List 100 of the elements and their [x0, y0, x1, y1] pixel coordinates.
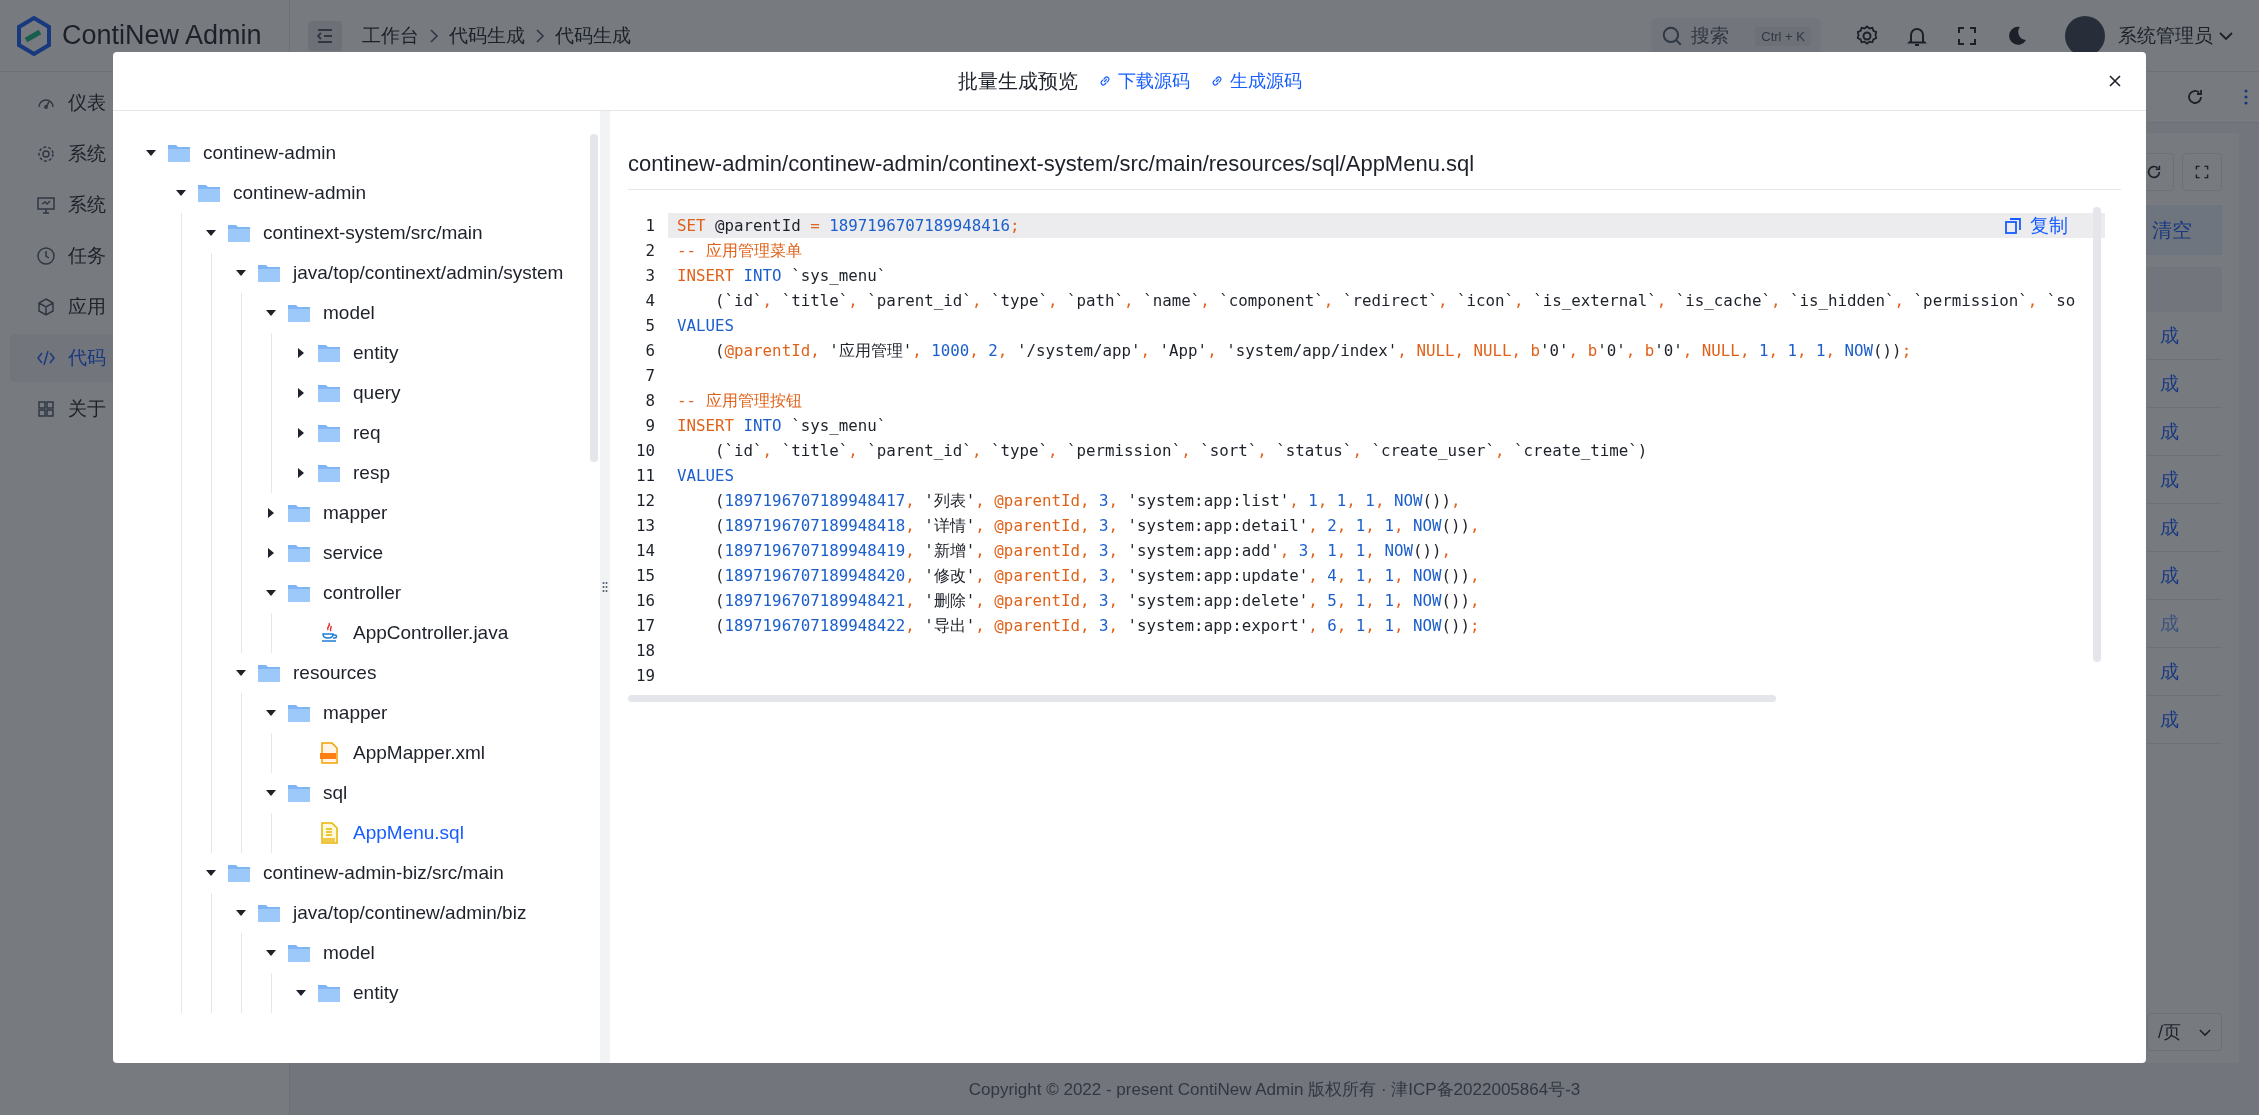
caret-down-icon[interactable]	[266, 788, 276, 798]
folder-icon	[227, 863, 251, 883]
line-number: 6	[644, 341, 655, 360]
caret-down-icon[interactable]	[266, 948, 276, 958]
close-icon[interactable]	[2108, 74, 2122, 88]
line-number: 14	[634, 541, 655, 560]
xml-file-icon	[317, 741, 341, 765]
sidebar-label[interactable]: 系统	[68, 192, 106, 218]
copy-button[interactable]: 复制	[2002, 211, 2070, 241]
caret-down-icon[interactable]	[236, 668, 246, 678]
caret-right-icon[interactable]	[296, 388, 306, 398]
caret-right-icon[interactable]	[296, 428, 306, 438]
code-line: (1897196707189948421, '删除', @parentId, 3, 'system:app:delete', 5, 1, 1, NOW()),	[714, 590, 1481, 612]
caret-down-icon[interactable]	[176, 188, 186, 198]
sidebar-label[interactable]: 仪表	[68, 90, 106, 116]
folder-name[interactable]: controller	[323, 582, 402, 604]
folder-name[interactable]: req	[353, 422, 381, 444]
folder-name[interactable]: java/top/continext/admin/system	[293, 262, 564, 284]
file-name[interactable]: AppMenu.sql	[353, 822, 464, 844]
breadcrumb-item[interactable]: 代码生成	[555, 22, 631, 49]
file-path: continew-admin/continew-admin/continext-system/src/main/resources/sql/AppMenu.sql	[628, 151, 1475, 177]
scrollbar-thumb[interactable]	[2093, 207, 2101, 662]
copy-icon[interactable]	[2004, 217, 2022, 235]
folder-icon	[227, 223, 251, 243]
caret-down-icon[interactable]	[146, 148, 156, 158]
splitter-handle[interactable]	[600, 111, 610, 1063]
line-number: 5	[644, 316, 655, 335]
link[interactable]: 生成源码	[1209, 69, 1302, 93]
folder-icon	[257, 663, 281, 683]
folder-icon	[317, 983, 341, 1003]
menu-toggle-button[interactable]	[308, 20, 342, 51]
line-number: 12	[634, 491, 655, 510]
folder-name[interactable]: continext-system/src/main	[263, 222, 483, 244]
folder-name[interactable]: resources	[293, 662, 377, 684]
folder-name[interactable]: mapper	[323, 502, 388, 524]
folder-icon	[167, 143, 191, 163]
sidebar-label[interactable]: 系统	[68, 141, 106, 167]
grid-icon[interactable]	[36, 399, 56, 419]
caret-down-icon[interactable]	[206, 228, 216, 238]
grip-icon[interactable]	[602, 581, 608, 593]
folder-icon	[257, 263, 281, 283]
folder-name[interactable]: model	[323, 942, 375, 964]
chevron-down-icon[interactable]	[2219, 30, 2233, 41]
scrollbar-thumb[interactable]	[628, 695, 1776, 702]
folder-name[interactable]: continew-admin-biz/src/main	[263, 862, 504, 884]
sidebar-label[interactable]: 应用	[68, 294, 106, 320]
folder-name[interactable]: resp	[353, 462, 390, 484]
caret-down-icon[interactable]	[236, 908, 246, 918]
scrollbar-thumb[interactable]	[590, 134, 598, 462]
link-icon[interactable]	[1097, 74, 1112, 88]
folder-name[interactable]: continew-admin	[233, 182, 367, 204]
folder-name[interactable]: sql	[323, 782, 348, 804]
file-name[interactable]: AppMapper.xml	[353, 742, 485, 764]
file-name[interactable]: AppController.java	[353, 622, 509, 644]
caret-right-icon[interactable]	[296, 468, 306, 478]
folder-name[interactable]: service	[323, 542, 384, 564]
cube-icon[interactable]	[36, 297, 56, 317]
code-line: INSERT INTO `sys_menu`	[676, 265, 888, 287]
breadcrumb-item[interactable]: 代码生成	[449, 22, 525, 49]
refresh-icon[interactable]	[2145, 163, 2163, 181]
user-name[interactable]: 系统管理员	[2118, 22, 2213, 49]
link[interactable]: 下载源码	[1097, 69, 1190, 93]
folder-icon	[287, 943, 311, 963]
folder-icon	[197, 183, 221, 203]
link-icon[interactable]	[1209, 74, 1224, 88]
caret-right-icon[interactable]	[266, 548, 276, 558]
folder-icon	[317, 463, 341, 483]
folder-name[interactable]: mapper	[323, 702, 388, 724]
monitor-icon[interactable]	[36, 195, 56, 215]
line-number: 3	[644, 266, 655, 285]
caret-right-icon[interactable]	[266, 508, 276, 518]
line-number: 19	[634, 666, 655, 685]
folder-name[interactable]: model	[323, 302, 375, 324]
more-icon[interactable]	[2243, 87, 2249, 107]
code-line: (1897196707189948419, '新增', @parentId, 3, 'system:app:add', 3, 1, 1, NOW()),	[714, 540, 1452, 562]
caret-down-icon[interactable]	[296, 988, 306, 998]
folder-icon	[287, 303, 311, 323]
search-icon	[1661, 24, 1683, 47]
folder-name[interactable]: java/top/continew/admin/biz	[293, 902, 527, 924]
line-number: 15	[634, 566, 655, 585]
folder-name[interactable]: entity	[353, 342, 399, 364]
sidebar-label[interactable]: 关于	[68, 396, 106, 422]
caret-right-icon[interactable]	[296, 348, 306, 358]
folder-name[interactable]: continew-admin	[203, 142, 337, 164]
sidebar-label[interactable]: 任务	[68, 243, 106, 269]
caret-down-icon[interactable]	[236, 268, 246, 278]
code-line: (`id`, `title`, `parent_id`, `type`, `path`, `name`, `component`, `redirect`, `icon`, `is_external`, `is_cache`, `is_hidden`, `permission`, `so	[714, 290, 2077, 312]
breadcrumb-item[interactable]: 工作台	[362, 22, 419, 49]
caret-down-icon[interactable]	[266, 588, 276, 598]
caret-down-icon[interactable]	[266, 708, 276, 718]
caret-down-icon[interactable]	[266, 308, 276, 318]
folder-name[interactable]: query	[353, 382, 401, 404]
page-size-select[interactable]: /页	[2147, 1013, 2222, 1051]
chevron-down-icon[interactable]	[2199, 1027, 2211, 1037]
fullscreen-icon[interactable]	[2194, 164, 2210, 180]
gear-icon[interactable]	[36, 144, 56, 164]
folder-name[interactable]: entity	[353, 982, 399, 1004]
line-number: 13	[634, 516, 655, 535]
caret-down-icon[interactable]	[206, 868, 216, 878]
clock-icon[interactable]	[36, 246, 56, 266]
